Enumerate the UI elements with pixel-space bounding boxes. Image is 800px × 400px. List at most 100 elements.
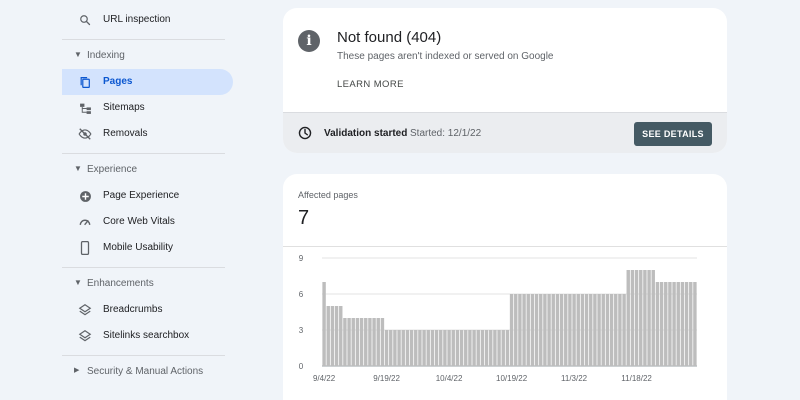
chart-bar — [618, 294, 622, 366]
chart-bar — [380, 318, 385, 366]
chart-bar — [580, 294, 585, 366]
chart-bar — [522, 294, 526, 366]
sidebar-item-pages[interactable]: Pages — [62, 69, 233, 95]
chart-bar — [459, 330, 464, 366]
chart-bar — [643, 270, 647, 366]
chart-bar — [689, 282, 693, 366]
chart-bar — [518, 294, 522, 366]
affected-pages-chart: 0 3 6 9 9/4/22 9/19/22 10/4/22 10/19/22 11/3/22 1… — [299, 254, 697, 383]
affected-pages-label: Affected pages — [298, 190, 358, 200]
chart-bar — [568, 294, 572, 366]
chart-bar — [576, 294, 580, 366]
x-tick-label: 9/4/22 — [313, 374, 336, 383]
chart-bar — [651, 270, 655, 366]
chart-bar — [397, 330, 401, 366]
chart-bar — [501, 330, 505, 366]
chart-bar — [355, 318, 360, 366]
chart-bar — [672, 282, 676, 366]
validation-date: Started: 12/1/22 — [410, 128, 482, 139]
chart-bar — [655, 282, 660, 366]
chart-bar — [409, 330, 414, 366]
pages-icon — [78, 75, 92, 89]
see-details-button[interactable]: SEE DETAILS — [634, 122, 712, 146]
y-tick-label: 3 — [299, 326, 304, 335]
chart-bar — [489, 330, 493, 366]
chart-bar — [589, 294, 593, 366]
chart-bar — [326, 306, 330, 366]
sidebar-item-core-web-vitals[interactable]: Core Web Vitals — [62, 209, 233, 235]
sidebar-item-label: URL inspection — [103, 14, 171, 25]
learn-more-link[interactable]: LEARN MORE — [337, 79, 404, 90]
chart-bar — [343, 318, 347, 366]
issue-card: i Not found (404) These pages aren't ind… — [283, 8, 727, 153]
sidebar-item-mobile-usability[interactable]: Mobile Usability — [62, 235, 233, 261]
chart-bar — [472, 330, 476, 366]
sidebar-divider — [62, 153, 225, 154]
y-tick-label: 0 — [299, 362, 304, 371]
sidebar-item-page-experience[interactable]: Page Experience — [62, 183, 233, 209]
sidebar-item-label: Breadcrumbs — [103, 304, 163, 315]
sidebar-divider — [62, 355, 225, 356]
layers-icon — [78, 329, 92, 343]
chart-bar — [526, 294, 530, 366]
chart-bar — [530, 294, 535, 366]
chart-bar — [414, 330, 418, 366]
y-tick-label: 6 — [299, 290, 304, 299]
chart-bar — [359, 318, 364, 366]
sidebar-item-sitelinks-searchbox[interactable]: Sitelinks searchbox — [62, 323, 233, 349]
chart-bar — [468, 330, 472, 366]
chart-bar — [464, 330, 468, 366]
caret-right-icon: ▶ — [74, 367, 80, 374]
chart-bar — [330, 306, 335, 366]
chart-bar — [593, 294, 597, 366]
chart-bar — [543, 294, 547, 366]
chart-bar — [509, 294, 514, 366]
chart-bar — [551, 294, 555, 366]
chart-bar — [422, 330, 426, 366]
chart-bar — [439, 330, 443, 366]
chart-bar — [418, 330, 422, 366]
chart-bar — [426, 330, 430, 366]
add-circle-icon — [78, 189, 92, 203]
sidebar-divider — [62, 267, 225, 268]
chart-bar — [584, 294, 589, 366]
caret-down-icon: ▼ — [74, 278, 82, 287]
issue-title: Not found (404) — [337, 29, 442, 46]
layers-icon — [78, 303, 92, 317]
chart-bar — [634, 270, 639, 366]
chart-bar — [680, 282, 685, 366]
chart-bar — [401, 330, 405, 366]
x-tick-label: 10/4/22 — [436, 374, 463, 383]
chart-bar — [626, 270, 630, 366]
sidebar-item-removals[interactable]: Removals — [62, 121, 233, 147]
chart-bar — [368, 318, 372, 366]
chart-bar — [597, 294, 601, 366]
sidebar-item-url-inspection[interactable]: URL inspection — [62, 7, 233, 33]
chart-bar — [476, 330, 480, 366]
chart-bar — [389, 330, 393, 366]
chart-bar — [430, 330, 435, 366]
speed-gauge-icon — [78, 215, 92, 229]
caret-down-icon: ▼ — [74, 50, 82, 59]
sidebar-item-label: Removals — [103, 128, 148, 139]
chart-bar — [693, 282, 697, 366]
chart-bar — [364, 318, 368, 366]
sidebar: URL inspection ▼ Indexing Pages Sitemaps… — [0, 0, 240, 400]
chart-bar — [393, 330, 397, 366]
sidebar-item-breadcrumbs[interactable]: Breadcrumbs — [62, 297, 233, 323]
chart-bar — [555, 294, 560, 366]
y-tick-label: 9 — [299, 254, 304, 263]
chart-bar — [480, 330, 485, 366]
chart-bar — [484, 330, 489, 366]
section-label: Indexing — [87, 50, 125, 61]
chart-bar — [405, 330, 410, 366]
validation-label: Validation started — [324, 128, 408, 139]
chart-bar — [351, 318, 355, 366]
chart-bar — [647, 270, 651, 366]
card-divider — [283, 246, 727, 247]
chart-bar — [664, 282, 668, 366]
x-tick-label: 11/18/22 — [621, 374, 652, 383]
sidebar-item-sitemaps[interactable]: Sitemaps — [62, 95, 233, 121]
section-label: Enhancements — [87, 278, 154, 289]
issue-subtitle: These pages aren't indexed or served on … — [337, 51, 554, 62]
